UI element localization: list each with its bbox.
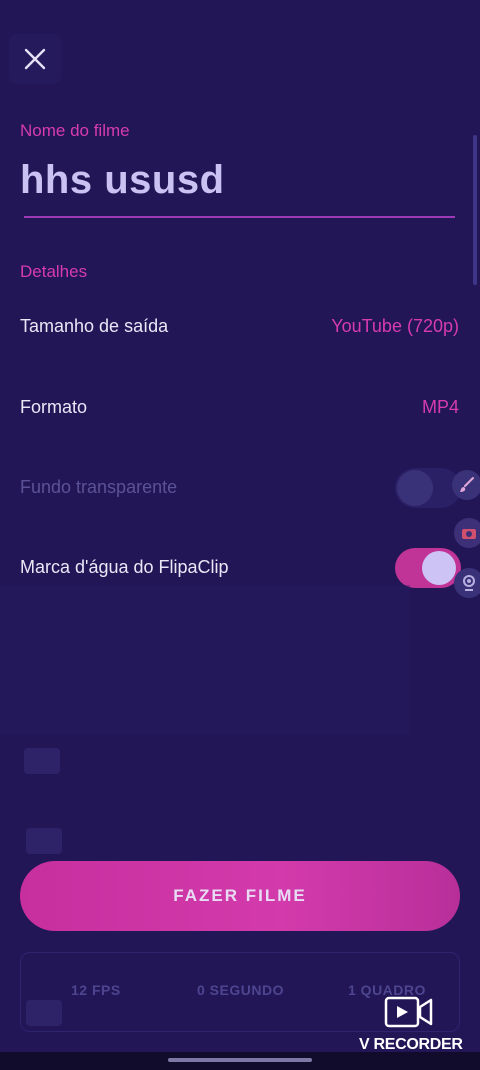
toggle-knob [422,551,456,585]
toggle-knob [397,470,433,506]
output-size-label: Tamanho de saída [20,316,169,336]
format-label: Formato [20,397,88,417]
duration-stat: 0 SEGUNDO [197,982,284,998]
webcam-tool-icon[interactable] [454,568,480,598]
brush-tool-icon[interactable] [452,470,480,500]
transparent-bg-label: Fundo transparente [20,477,178,497]
video-recorder-icon [384,996,433,1028]
watermark-toggle[interactable] [395,548,461,588]
format-select[interactable]: MP4 [422,397,459,418]
close-icon [24,48,46,70]
home-indicator[interactable] [168,1058,312,1062]
film-name-input[interactable]: hhs ususd [20,158,225,203]
gallery-ghost-icon [26,828,62,854]
transparent-bg-toggle[interactable] [395,468,461,508]
details-section-label: Detalhes [20,262,88,281]
scrollbar[interactable] [473,135,477,285]
film-name-label: Nome do filme [20,121,130,140]
video-ghost-icon [24,748,60,774]
camera-tool-icon[interactable] [454,518,480,548]
background-panel [0,585,410,735]
fps-stat: 12 FPS [71,982,121,998]
watermark-label: Marca d'água do FlipaClip [20,557,229,577]
film-name-underline [24,216,455,218]
close-button[interactable] [9,34,61,84]
make-movie-button[interactable]: FAZER FILME [20,861,460,931]
output-size-select[interactable]: YouTube (720p) [331,316,459,337]
